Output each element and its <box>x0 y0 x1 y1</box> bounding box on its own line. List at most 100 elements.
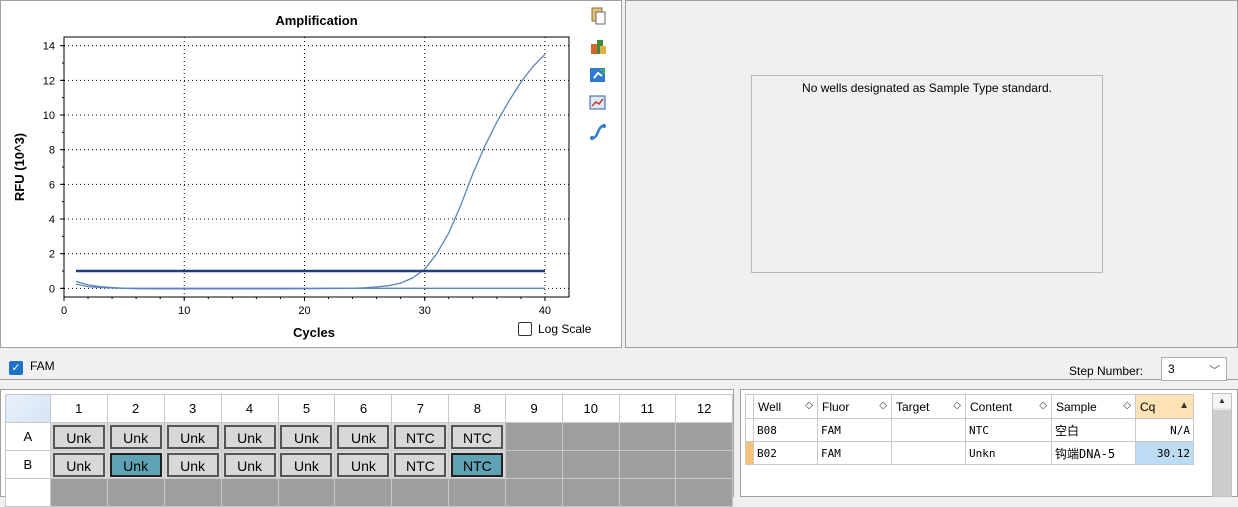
plate-well-empty[interactable] <box>561 422 620 451</box>
x-tick-label: 40 <box>539 305 551 317</box>
plate-column-header[interactable]: 10 <box>561 394 620 423</box>
export-excel-icon[interactable] <box>588 36 608 56</box>
plate-well-empty[interactable] <box>505 450 563 479</box>
export-image-icon[interactable] <box>588 65 608 85</box>
scrollbar-thumb[interactable] <box>1213 410 1231 496</box>
plot-area <box>63 36 570 298</box>
plate-well[interactable]: Unk <box>163 450 222 479</box>
plate-well[interactable]: NTC <box>448 450 507 479</box>
fluor-filter-bar <box>0 350 1238 380</box>
chart-settings-icon[interactable] <box>588 93 608 113</box>
table-row[interactable]: B08 FAM NTC 空白 N/A <box>745 418 1194 442</box>
x-axis-label: Cycles <box>293 325 335 340</box>
plate-well-empty[interactable] <box>561 450 620 479</box>
plate-well[interactable]: NTC <box>391 422 450 451</box>
plate-well-empty[interactable] <box>618 478 677 507</box>
plate-well-empty[interactable] <box>675 478 733 507</box>
x-tick-label: 0 <box>61 305 67 317</box>
plate-select-all-corner[interactable] <box>5 394 51 423</box>
plate-well-empty[interactable] <box>561 478 620 507</box>
plate-well-empty[interactable] <box>277 478 336 507</box>
plate-well[interactable]: Unk <box>220 422 279 451</box>
row-marker[interactable] <box>745 441 754 465</box>
y-axis-label: RFU (10^3) <box>12 133 27 201</box>
plate-well-empty[interactable] <box>675 450 733 479</box>
table-row[interactable]: B02 FAM Unkn 钩端DNA-5 30.12 <box>745 441 1194 465</box>
column-header-sample[interactable]: Sample ◇ <box>1051 394 1136 419</box>
results-table-panel: Well ◇ Fluor ◇ Target ◇ Content ◇ Sample ◇ Cq… <box>740 389 1238 497</box>
plate-well-empty[interactable] <box>505 422 563 451</box>
column-header-cq[interactable]: Cq ▲ <box>1135 394 1194 419</box>
plate-well-label: Unk <box>52 452 105 477</box>
plate-row-header[interactable] <box>5 478 51 507</box>
y-tick-label: 2 <box>49 249 55 261</box>
plate-column-header[interactable]: 9 <box>505 394 563 423</box>
plate-well-empty[interactable] <box>391 478 450 507</box>
column-header-content[interactable]: Content ◇ <box>965 394 1052 419</box>
plate-well[interactable]: Unk <box>49 450 108 479</box>
plate-well[interactable]: NTC <box>391 450 450 479</box>
plate-row-header[interactable]: A <box>5 422 51 451</box>
plate-column-header[interactable]: 2 <box>106 394 165 423</box>
copy-icon[interactable] <box>588 6 608 26</box>
plate-row-header[interactable]: B <box>5 450 51 479</box>
chart-title: Amplification <box>275 13 357 28</box>
plate-well-empty[interactable] <box>675 422 733 451</box>
plate-well-empty[interactable] <box>448 478 507 507</box>
cell-fluor: FAM <box>817 441 892 465</box>
x-tick-label: 20 <box>298 305 310 317</box>
log-scale-checkbox[interactable] <box>518 322 532 336</box>
log-scale-toggle[interactable]: Log Scale <box>518 322 591 336</box>
plate-map: 1 2 3 4 5 6 7 8 9 10 11 12 A Unk Unk Unk Unk Unk Unk NTC NT… <box>0 389 734 507</box>
plate-column-header[interactable]: 1 <box>49 394 108 423</box>
plate-grid: 1 2 3 4 5 6 7 8 9 10 11 12 A Unk Unk Unk Unk Unk Unk NTC NT… <box>5 394 733 507</box>
plate-column-header[interactable]: 6 <box>334 394 393 423</box>
plate-well-label: Unk <box>166 424 219 449</box>
fam-checkbox[interactable]: ✓ <box>9 361 23 375</box>
plate-well[interactable]: Unk <box>277 450 336 479</box>
plate-row: B Unk Unk Unk Unk Unk Unk NTC NTC <box>5 450 733 479</box>
plate-well-empty[interactable] <box>106 478 165 507</box>
plate-column-header[interactable]: 7 <box>391 394 450 423</box>
chevron-down-icon[interactable]: ﹀ <box>1209 362 1220 378</box>
plate-column-header[interactable]: 5 <box>277 394 336 423</box>
plate-column-header[interactable]: 4 <box>220 394 279 423</box>
plate-well-label: Unk <box>109 424 162 449</box>
plate-column-header[interactable]: 12 <box>675 394 733 423</box>
step-number-select[interactable]: 3 ﹀ <box>1161 357 1227 381</box>
cell-target <box>891 441 966 465</box>
plate-well[interactable]: Unk <box>334 422 393 451</box>
amplification-chart-panel: 0 10 20 30 40 0 2 4 6 8 10 12 14 Amplification Cycles R… <box>0 0 622 348</box>
plate-well[interactable]: Unk <box>49 422 108 451</box>
cell-fluor: FAM <box>817 418 892 442</box>
plate-well[interactable]: Unk <box>220 450 279 479</box>
plate-well-label: Unk <box>280 424 333 449</box>
plate-well-empty[interactable] <box>618 450 677 479</box>
plate-well-empty[interactable] <box>505 478 563 507</box>
plate-well-empty[interactable] <box>334 478 393 507</box>
plate-well-empty[interactable] <box>49 478 108 507</box>
plate-well[interactable]: Unk <box>106 422 165 451</box>
plate-row: A Unk Unk Unk Unk Unk Unk NTC NTC <box>5 422 733 451</box>
plate-column-header[interactable]: 11 <box>618 394 677 423</box>
plate-column-header[interactable]: 8 <box>448 394 507 423</box>
plate-well-empty[interactable] <box>220 478 279 507</box>
plate-well-empty[interactable] <box>618 422 677 451</box>
scroll-up-icon[interactable]: ▲ <box>1213 394 1231 408</box>
column-header-target[interactable]: Target ◇ <box>891 394 966 419</box>
row-marker[interactable] <box>745 418 754 442</box>
column-header-well[interactable]: Well ◇ <box>753 394 818 419</box>
plate-well-label: Unk <box>52 424 105 449</box>
column-header-fluor[interactable]: Fluor ◇ <box>817 394 892 419</box>
plate-well[interactable]: NTC <box>448 422 507 451</box>
plate-well[interactable]: Unk <box>277 422 336 451</box>
plate-well-empty[interactable] <box>163 478 222 507</box>
plate-well-label: Unk <box>280 452 333 477</box>
curve-fit-icon[interactable] <box>588 122 608 142</box>
plate-well[interactable]: Unk <box>106 450 165 479</box>
plate-column-header[interactable]: 3 <box>163 394 222 423</box>
cell-well: B08 <box>753 418 818 442</box>
plate-well-label: NTC <box>451 424 504 449</box>
plate-well[interactable]: Unk <box>334 450 393 479</box>
plate-well[interactable]: Unk <box>163 422 222 451</box>
